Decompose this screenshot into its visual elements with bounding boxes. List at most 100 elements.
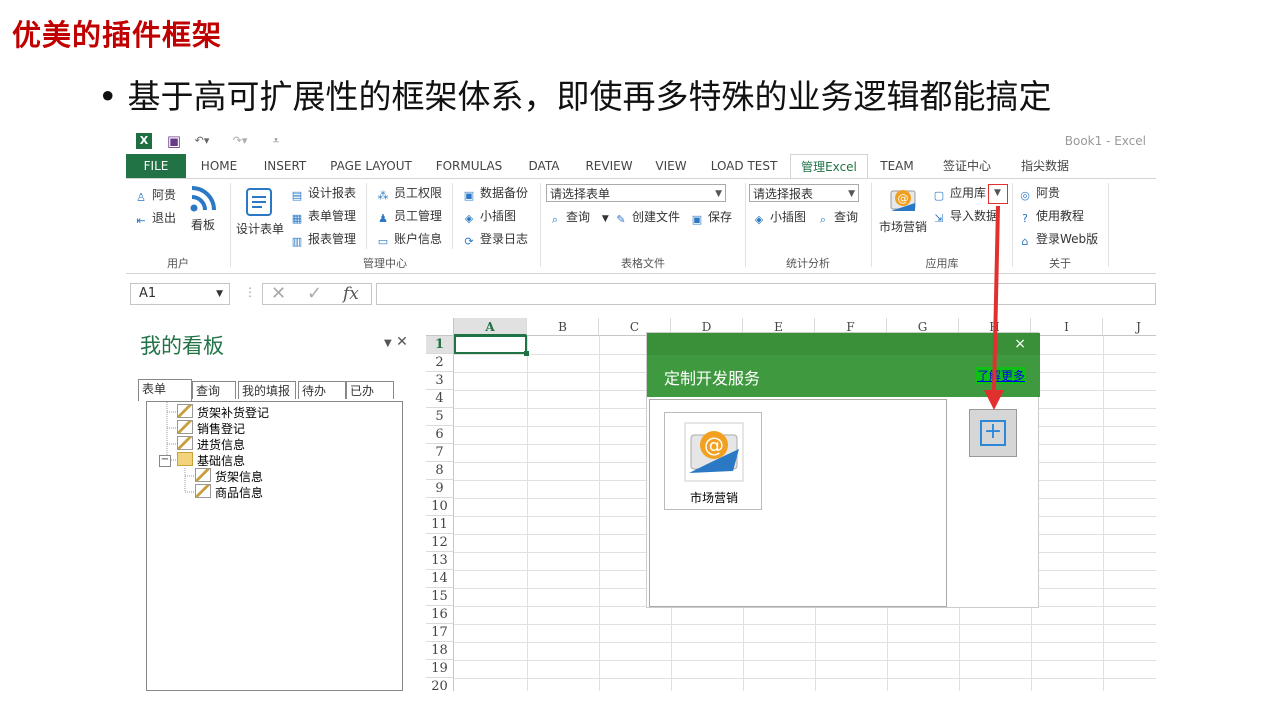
- logout-button[interactable]: ⇤ 退出: [134, 210, 176, 228]
- row-header[interactable]: 10: [426, 498, 454, 516]
- tree-item[interactable]: 货架补货登记: [177, 404, 269, 421]
- confirm-icon[interactable]: ✓: [307, 283, 322, 304]
- app-store-button[interactable]: ▢ 应用库: [932, 185, 986, 203]
- about-user-button[interactable]: ◎ 阿贵: [1018, 185, 1060, 203]
- tab-view[interactable]: VIEW: [648, 154, 694, 178]
- marketing-label: 市场营销: [878, 220, 927, 234]
- account-info-button[interactable]: ▭ 账户信息: [376, 231, 442, 249]
- row-header[interactable]: 7: [426, 444, 454, 462]
- tab-formulas[interactable]: FORMULAS: [428, 154, 510, 178]
- row-header[interactable]: 3: [426, 372, 454, 390]
- create-file-button[interactable]: ✎ 创建文件: [614, 209, 680, 227]
- chevron-down-icon[interactable]: ▼: [384, 338, 392, 349]
- login-log-button[interactable]: ⟳ 登录日志: [462, 231, 528, 249]
- row-header[interactable]: 2: [426, 354, 454, 372]
- insert-function-icon[interactable]: fx: [343, 284, 359, 304]
- tree-item[interactable]: 销售登记: [177, 420, 245, 437]
- collapse-toggle[interactable]: −: [159, 455, 171, 467]
- cancel-icon[interactable]: ✕: [271, 283, 286, 304]
- kanban-tab-my-submissions[interactable]: 我的填报: [238, 381, 296, 399]
- row-header[interactable]: 11: [426, 516, 454, 534]
- formula-input[interactable]: [376, 283, 1156, 305]
- staff-manage-button[interactable]: ♟ 员工管理: [376, 208, 442, 226]
- kanban-tab-query[interactable]: 查询: [192, 381, 236, 399]
- tab-fingertip-data[interactable]: 指尖数据: [1010, 154, 1080, 178]
- import-icon: ⇲: [934, 212, 944, 225]
- group-label-stats: 统计分析: [786, 257, 830, 270]
- column-header[interactable]: B: [527, 318, 599, 336]
- row-header[interactable]: 5: [426, 408, 454, 426]
- name-box[interactable]: A1 ▼: [130, 283, 230, 305]
- tab-load-test[interactable]: LOAD TEST: [704, 154, 784, 178]
- tab-home[interactable]: HOME: [192, 154, 246, 178]
- row-header[interactable]: 15: [426, 588, 454, 606]
- tab-review[interactable]: REVIEW: [578, 154, 640, 178]
- design-form-button[interactable]: 设计表单: [236, 187, 284, 237]
- tree-item[interactable]: 商品信息: [195, 484, 263, 501]
- row-header[interactable]: 4: [426, 390, 454, 408]
- row-header[interactable]: 6: [426, 426, 454, 444]
- tab-page-layout[interactable]: PAGE LAYOUT: [324, 154, 418, 178]
- row-header[interactable]: 17: [426, 624, 454, 642]
- tab-file[interactable]: FILE: [126, 154, 186, 178]
- marketing-button[interactable]: @ 市场营销: [876, 185, 930, 235]
- select-report-combo[interactable]: 请选择报表 ▼: [749, 184, 859, 202]
- form-manage-icon: ▦: [291, 212, 303, 225]
- app-tile-marketing[interactable]: @ 市场营销: [664, 412, 762, 510]
- kanban-button[interactable]: 看板: [188, 185, 218, 233]
- user-name-button[interactable]: ♙ 阿贵: [134, 187, 176, 205]
- row-header[interactable]: 13: [426, 552, 454, 570]
- tab-insert[interactable]: INSERT: [254, 154, 316, 178]
- row-header[interactable]: 1: [426, 336, 454, 354]
- select-all-corner[interactable]: [426, 318, 454, 336]
- column-header[interactable]: I: [1031, 318, 1103, 336]
- kanban-tab-form[interactable]: 表单: [138, 379, 192, 401]
- tab-visa-center[interactable]: 签证中心: [932, 154, 1002, 178]
- save-icon[interactable]: ▣: [166, 133, 182, 149]
- stats-mini-chart-button[interactable]: ◈ 小插图: [752, 209, 806, 227]
- row-header[interactable]: 18: [426, 642, 454, 660]
- mini-chart-label: 小插图: [480, 209, 517, 223]
- row-header[interactable]: 14: [426, 570, 454, 588]
- staff-permission-label: 员工权限: [394, 186, 443, 200]
- undo-icon[interactable]: ↶▾: [194, 133, 210, 149]
- column-header[interactable]: A: [454, 318, 527, 336]
- learn-more-link[interactable]: 了解更多: [976, 367, 1027, 384]
- excel-window: X ▣ ↶▾ ↷▾ ⩡ Book1 - Excel FILE HOME INSE…: [126, 128, 1156, 691]
- tab-team[interactable]: TEAM: [872, 154, 922, 178]
- active-cell[interactable]: [454, 335, 527, 354]
- redo-icon[interactable]: ↷▾: [232, 133, 248, 149]
- row-header[interactable]: 19: [426, 660, 454, 678]
- column-header[interactable]: J: [1103, 318, 1156, 336]
- mini-chart-button[interactable]: ◈ 小插图: [462, 208, 516, 226]
- report-manage-button[interactable]: ▥ 报表管理: [290, 231, 356, 249]
- row-header[interactable]: 8: [426, 462, 454, 480]
- web-login-button[interactable]: ⌂ 登录Web版: [1018, 231, 1099, 249]
- row-header[interactable]: 9: [426, 480, 454, 498]
- customize-qat-icon[interactable]: ⩡: [268, 133, 284, 149]
- tab-data[interactable]: DATA: [520, 154, 568, 178]
- stats-query-button[interactable]: ⌕ 查询: [816, 209, 858, 227]
- data-backup-button[interactable]: ▣ 数据备份: [462, 185, 528, 203]
- tree-item[interactable]: 货架信息: [195, 468, 263, 485]
- close-icon[interactable]: ✕: [396, 334, 408, 350]
- close-icon[interactable]: ×: [1014, 336, 1026, 352]
- add-app-button[interactable]: +: [969, 409, 1017, 457]
- query-button[interactable]: ⌕ 查询 ▼: [548, 209, 609, 227]
- import-data-button[interactable]: ⇲ 导入数据: [932, 208, 998, 226]
- kanban-tab-done[interactable]: 已办: [346, 381, 394, 399]
- select-form-combo[interactable]: 请选择表单 ▼: [546, 184, 726, 202]
- tutorial-button[interactable]: ? 使用教程: [1018, 208, 1084, 226]
- tree-item[interactable]: 进货信息: [177, 436, 245, 453]
- save-file-button[interactable]: ▣ 保存: [690, 209, 732, 227]
- design-report-button[interactable]: ▤ 设计报表: [290, 185, 356, 203]
- kanban-tab-todo[interactable]: 待办: [298, 381, 346, 399]
- row-header[interactable]: 12: [426, 534, 454, 552]
- tab-manage-excel[interactable]: 管理Excel: [790, 154, 868, 179]
- row-header[interactable]: 20: [426, 678, 454, 691]
- staff-permission-button[interactable]: ⁂ 员工权限: [376, 185, 443, 203]
- fill-handle[interactable]: [524, 351, 529, 356]
- form-manage-button[interactable]: ▦ 表单管理: [290, 208, 356, 226]
- tree-folder[interactable]: 基础信息: [177, 452, 245, 469]
- row-header[interactable]: 16: [426, 606, 454, 624]
